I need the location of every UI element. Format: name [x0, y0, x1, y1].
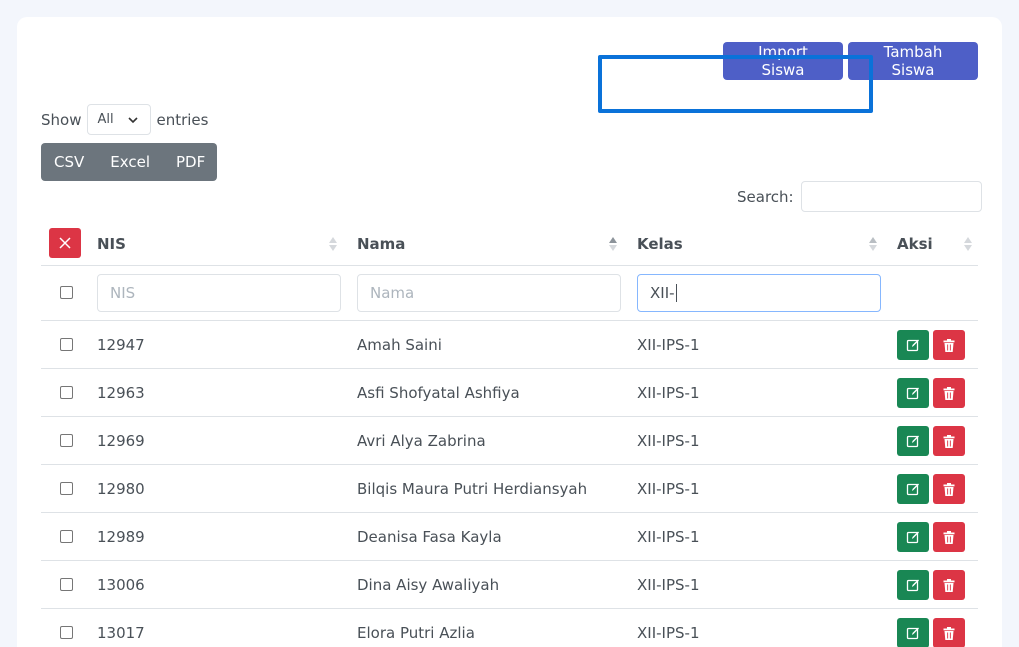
trash-icon [943, 578, 955, 592]
kelas-cell: XII-IPS-1 [637, 624, 700, 642]
chevron-down-icon [128, 117, 139, 124]
edit-button[interactable] [897, 426, 929, 456]
edit-icon [906, 531, 919, 544]
delete-selected-button[interactable] [49, 228, 81, 258]
column-header-kelas[interactable]: Kelas [637, 222, 683, 266]
nis-cell: 12989 [97, 528, 145, 546]
table-row: 12989 Deanisa Fasa Kayla XII-IPS-1 [41, 513, 978, 561]
kelas-filter-value: XII- [650, 284, 675, 302]
row-checkbox[interactable] [60, 434, 73, 447]
nama-cell: Deanisa Fasa Kayla [357, 528, 502, 546]
edit-button[interactable] [897, 522, 929, 552]
nis-cell: 13006 [97, 576, 145, 594]
table-row: 13017 Elora Putri Azlia XII-IPS-1 [41, 609, 978, 647]
row-checkbox[interactable] [60, 530, 73, 543]
trash-icon [943, 386, 955, 400]
text-cursor [675, 284, 677, 302]
delete-button[interactable] [933, 330, 965, 360]
nis-cell: 12947 [97, 336, 145, 354]
nama-cell: Amah Saini [357, 336, 442, 354]
nama-cell: Elora Putri Azlia [357, 624, 475, 642]
sort-icon[interactable] [869, 235, 877, 253]
entries-label: entries [156, 110, 209, 129]
nis-cell: 13017 [97, 624, 145, 642]
edit-icon [906, 435, 919, 448]
nama-filter-input[interactable]: Nama [357, 274, 621, 312]
focus-highlight-box [598, 55, 873, 113]
kelas-cell: XII-IPS-1 [637, 384, 700, 402]
show-label: Show [41, 110, 82, 129]
delete-button[interactable] [933, 474, 965, 504]
edit-button[interactable] [897, 474, 929, 504]
trash-icon [943, 434, 955, 448]
row-checkbox[interactable] [60, 482, 73, 495]
edit-button[interactable] [897, 618, 929, 647]
nis-cell: 12980 [97, 480, 145, 498]
entries-select-value: All [97, 112, 114, 127]
column-header-aksi: Aksi [897, 235, 933, 253]
close-icon [59, 237, 71, 249]
select-all-checkbox[interactable] [60, 286, 73, 299]
sort-icon [964, 237, 972, 251]
delete-button[interactable] [933, 618, 965, 647]
edit-icon [906, 387, 919, 400]
table-body: 12947 Amah Saini XII-IPS-1 12963 Asfi Shofya… [41, 321, 978, 647]
sort-icon[interactable] [329, 235, 337, 253]
nama-cell: Avri Alya Zabrina [357, 432, 486, 450]
kelas-cell: XII-IPS-1 [637, 576, 700, 594]
sort-asc-icon[interactable] [609, 235, 617, 253]
trash-icon [943, 482, 955, 496]
nama-cell: Asfi Shofyatal Ashfiya [357, 384, 520, 402]
kelas-cell: XII-IPS-1 [637, 432, 700, 450]
edit-button[interactable] [897, 570, 929, 600]
edit-button[interactable] [897, 378, 929, 408]
students-table: NIS Nama Kelas Aksi NIS Nama XII- 12947 A… [41, 222, 978, 647]
column-header-nama[interactable]: Nama [357, 222, 405, 266]
edit-icon [906, 339, 919, 352]
kelas-cell: XII-IPS-1 [637, 528, 700, 546]
trash-icon [943, 338, 955, 352]
table-row: 12980 Bilqis Maura Putri Herdiansyah XII-I… [41, 465, 978, 513]
nis-cell: 12963 [97, 384, 145, 402]
trash-icon [943, 530, 955, 544]
row-checkbox[interactable] [60, 386, 73, 399]
row-checkbox[interactable] [60, 338, 73, 351]
edit-icon [906, 579, 919, 592]
nama-cell: Bilqis Maura Putri Herdiansyah [357, 480, 588, 498]
table-row: 12969 Avri Alya Zabrina XII-IPS-1 [41, 417, 978, 465]
pdf-button[interactable]: PDF [163, 143, 218, 181]
export-button-group: CSV Excel PDF [41, 143, 217, 181]
row-checkbox[interactable] [60, 626, 73, 639]
table-row: 12947 Amah Saini XII-IPS-1 [41, 321, 978, 369]
nama-cell: Dina Aisy Awaliyah [357, 576, 500, 594]
search-box: Search: [737, 181, 982, 212]
edit-icon [906, 483, 919, 496]
entries-select[interactable]: All [87, 104, 152, 135]
nis-filter-input[interactable]: NIS [97, 274, 341, 312]
row-checkbox[interactable] [60, 578, 73, 591]
table-row: 12963 Asfi Shofyatal Ashfiya XII-IPS-1 [41, 369, 978, 417]
kelas-cell: XII-IPS-1 [637, 480, 700, 498]
delete-button[interactable] [933, 378, 965, 408]
column-header-nis[interactable]: NIS [97, 222, 126, 266]
delete-button[interactable] [933, 522, 965, 552]
table-header: NIS Nama Kelas Aksi [41, 222, 978, 266]
csv-button[interactable]: CSV [41, 143, 97, 181]
kelas-filter-input[interactable]: XII- [637, 274, 881, 312]
length-menu: Show All entries [41, 104, 208, 135]
search-label: Search: [737, 187, 794, 206]
search-input[interactable] [800, 181, 982, 212]
kelas-cell: XII-IPS-1 [637, 336, 700, 354]
delete-button[interactable] [933, 570, 965, 600]
trash-icon [943, 626, 955, 640]
nis-cell: 12969 [97, 432, 145, 450]
edit-icon [906, 627, 919, 640]
table-row: 13006 Dina Aisy Awaliyah XII-IPS-1 [41, 561, 978, 609]
edit-button[interactable] [897, 330, 929, 360]
filter-row: NIS Nama XII- [41, 266, 978, 321]
delete-button[interactable] [933, 426, 965, 456]
excel-button[interactable]: Excel [97, 143, 163, 181]
